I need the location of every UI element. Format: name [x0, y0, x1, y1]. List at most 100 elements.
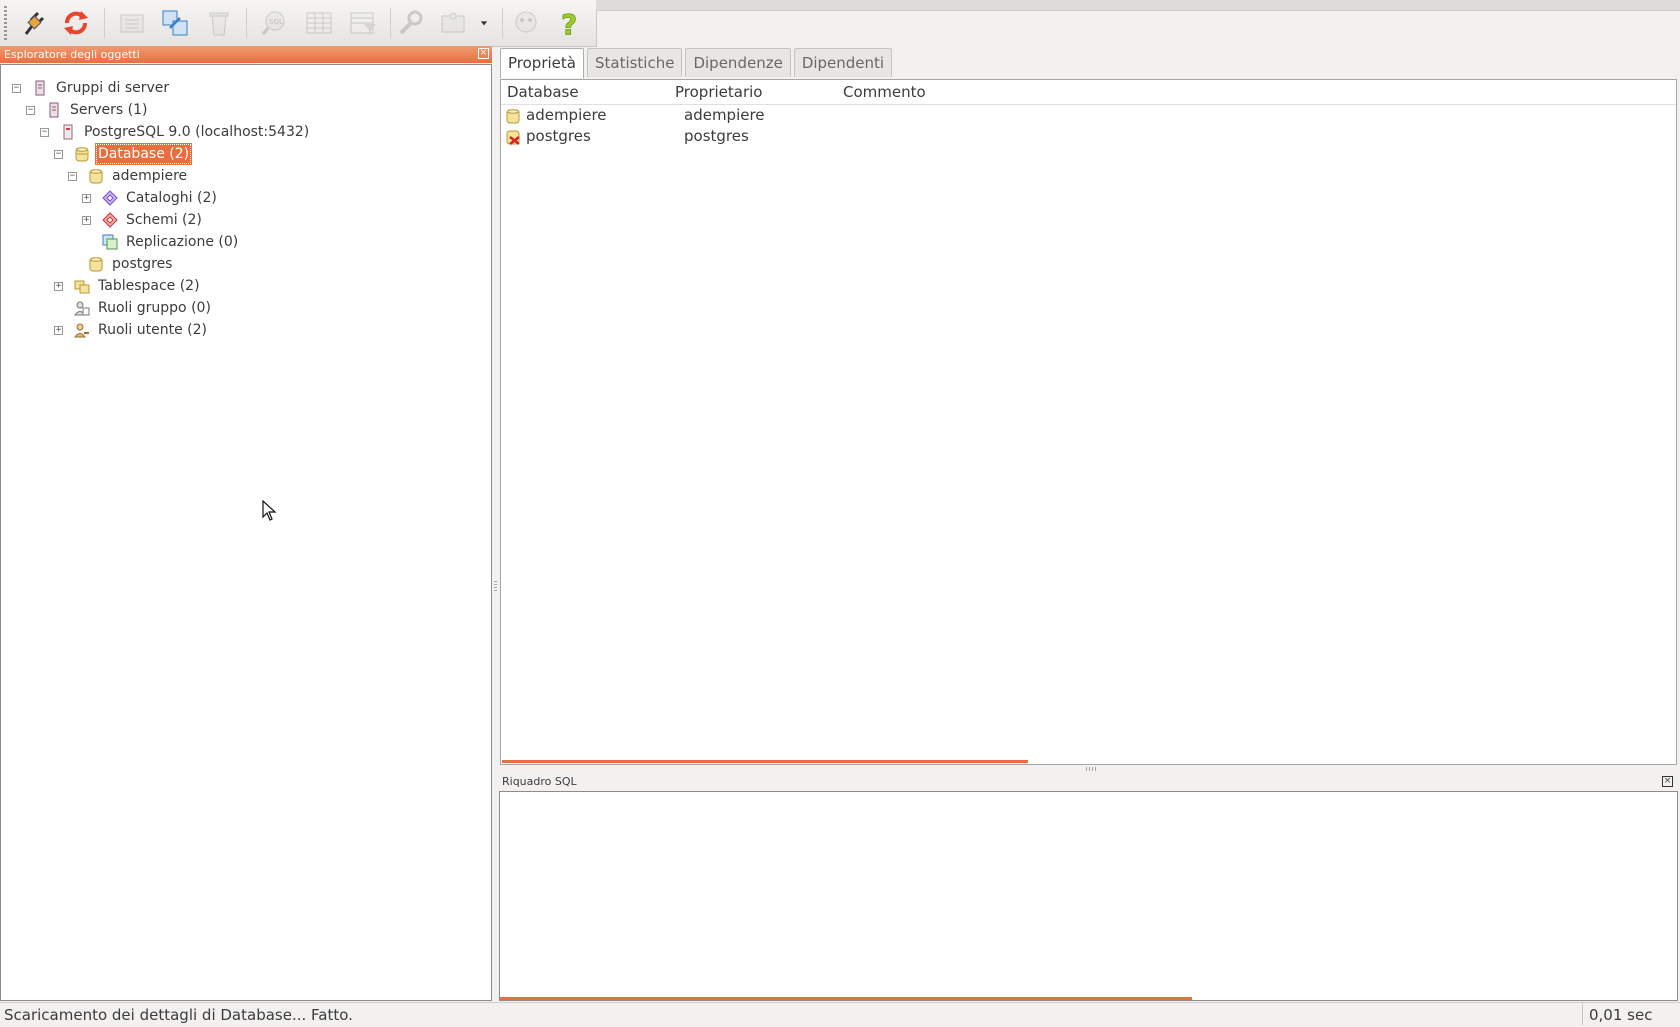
expand-toggle[interactable]: + — [54, 325, 63, 335]
plug-icon — [24, 11, 45, 35]
help-button[interactable]: ? — [553, 6, 587, 40]
view-data-button[interactable] — [302, 6, 336, 40]
table-row[interactable]: adempiere adempiere — [501, 105, 1676, 126]
toolbar-grip[interactable] — [4, 6, 7, 40]
horizontal-splitter[interactable] — [1086, 767, 1096, 771]
tree-item-label: Gruppi di server — [56, 80, 170, 96]
cell-database: adempiere — [526, 106, 607, 124]
database-icon — [88, 168, 104, 184]
tree-item[interactable]: + Tablespace (2) — [54, 275, 203, 297]
toolbar-area — [596, 0, 1680, 11]
properties-tabs: Proprietà Statistiche Dipendenze Dipende… — [500, 48, 895, 78]
expand-toggle[interactable]: + — [82, 215, 91, 225]
expand-toggle[interactable]: + — [54, 281, 63, 291]
plugins-icon — [441, 12, 465, 33]
sql-query-icon: SQL — [261, 11, 285, 35]
server-group-icon — [32, 80, 48, 96]
databases-icon — [74, 146, 90, 162]
schemas-icon — [102, 212, 118, 228]
tree-item[interactable]: − Database (2) — [54, 143, 193, 165]
table-row[interactable]: postgres postgres — [501, 126, 1676, 147]
status-message: Scaricamento dei dettagli di Database...… — [4, 1006, 353, 1024]
expand-toggle[interactable]: + — [82, 193, 91, 203]
tree-item[interactable]: − Gruppi di server — [12, 77, 172, 99]
server-icon — [60, 124, 76, 140]
collapse-toggle[interactable]: − — [26, 105, 35, 115]
tree-item-label: Database (2) — [95, 143, 193, 165]
tree-item-label: Servers (1) — [70, 102, 148, 118]
properties-icon — [120, 14, 144, 33]
guru-hint-icon — [515, 11, 537, 33]
chevron-down-icon — [480, 21, 488, 26]
close-sql-pane-button[interactable]: × — [1662, 776, 1673, 787]
tree-item[interactable]: + Cataloghi (2) — [82, 187, 220, 209]
tree-item[interactable]: − Servers (1) — [26, 99, 151, 121]
column-header-comment[interactable]: Commento — [843, 80, 926, 104]
close-object-browser-button[interactable]: × — [478, 48, 489, 59]
tree-item-label: Ruoli utente (2) — [98, 322, 207, 338]
properties-button[interactable] — [115, 6, 149, 40]
create-object-button[interactable] — [158, 6, 192, 40]
tablespaces-icon — [74, 278, 90, 294]
view-filtered-data-button[interactable] — [346, 6, 380, 40]
status-bar: Scaricamento dei dettagli di Database...… — [0, 1002, 1680, 1027]
cell-owner: adempiere — [684, 106, 765, 124]
tab-dependencies[interactable]: Dipendenze — [685, 48, 791, 77]
maintenance-wrench-icon — [399, 10, 423, 35]
tree-item-label: Tablespace (2) — [98, 278, 200, 294]
refresh-icon — [64, 11, 88, 35]
delete-button[interactable] — [202, 6, 236, 40]
properties-list-header: Database Proprietario Commento — [501, 80, 1676, 105]
cell-database: postgres — [526, 127, 591, 145]
recycle-icon — [209, 12, 229, 36]
collapse-toggle[interactable]: − — [12, 83, 21, 93]
cell-owner: postgres — [684, 127, 749, 145]
vertical-splitter[interactable] — [492, 64, 499, 1001]
collapse-toggle[interactable]: − — [40, 127, 49, 137]
maintenance-button[interactable] — [393, 6, 427, 40]
collapse-toggle[interactable]: − — [54, 149, 63, 159]
column-header-database[interactable]: Database — [507, 80, 579, 104]
tree-item-label: Cataloghi (2) — [126, 190, 217, 206]
tree-item[interactable]: + Schemi (2) — [82, 209, 205, 231]
tree-item-label: adempiere — [112, 168, 188, 184]
sql-progress-bar — [500, 997, 1192, 1000]
connect-button[interactable] — [16, 6, 50, 40]
replication-icon — [102, 234, 118, 250]
sql-pane-title: Riquadro SQL × — [500, 773, 1677, 790]
properties-progress-bar — [502, 760, 1028, 763]
svg-text:SQL: SQL — [269, 18, 283, 26]
sql-pane-editor[interactable] — [499, 791, 1678, 1001]
tree-item[interactable]: + Ruoli utente (2) — [54, 319, 210, 341]
collapse-toggle[interactable]: − — [68, 171, 77, 181]
tree-item[interactable]: − adempiere — [68, 165, 190, 187]
tree-item-label: Replicazione (0) — [126, 234, 239, 250]
plugins-dropdown-button[interactable] — [472, 6, 496, 40]
object-browser-title-text: Esploratore degli oggetti — [4, 48, 140, 61]
refresh-button[interactable] — [59, 6, 93, 40]
sql-pane-title-text: Riquadro SQL — [502, 775, 577, 788]
mouse-cursor-icon — [262, 500, 277, 521]
tab-statistics[interactable]: Statistiche — [586, 48, 683, 77]
database-icon — [88, 256, 104, 272]
database-disconnected-icon — [505, 129, 521, 145]
create-icon — [162, 10, 188, 36]
sql-query-button[interactable]: SQL — [257, 6, 291, 40]
column-header-owner[interactable]: Proprietario — [675, 80, 762, 104]
servers-icon — [46, 102, 62, 118]
plugins-button[interactable] — [436, 6, 470, 40]
tree-item[interactable]: Ruoli gruppo (0) — [54, 297, 214, 319]
tree-item-label: postgres — [112, 256, 173, 272]
tree-item-label: Ruoli gruppo (0) — [98, 300, 211, 316]
help-icon: ? — [561, 8, 578, 38]
object-browser-tree[interactable]: − Gruppi di server − Servers (1) − PostgreSQL… — [0, 64, 492, 1001]
tab-dependents[interactable]: Dipendenti — [793, 48, 893, 77]
tree-item-label: Schemi (2) — [126, 212, 202, 228]
tab-properties[interactable]: Proprietà — [500, 48, 584, 78]
table-view-icon — [306, 12, 332, 34]
tree-item[interactable]: Replicazione (0) — [82, 231, 241, 253]
tree-item[interactable]: postgres — [68, 253, 175, 275]
tree-item[interactable]: − PostgreSQL 9.0 (localhost:5432) — [40, 121, 312, 143]
guru-hint-button[interactable] — [509, 6, 543, 40]
tree-item-label: PostgreSQL 9.0 (localhost:5432) — [84, 124, 310, 140]
